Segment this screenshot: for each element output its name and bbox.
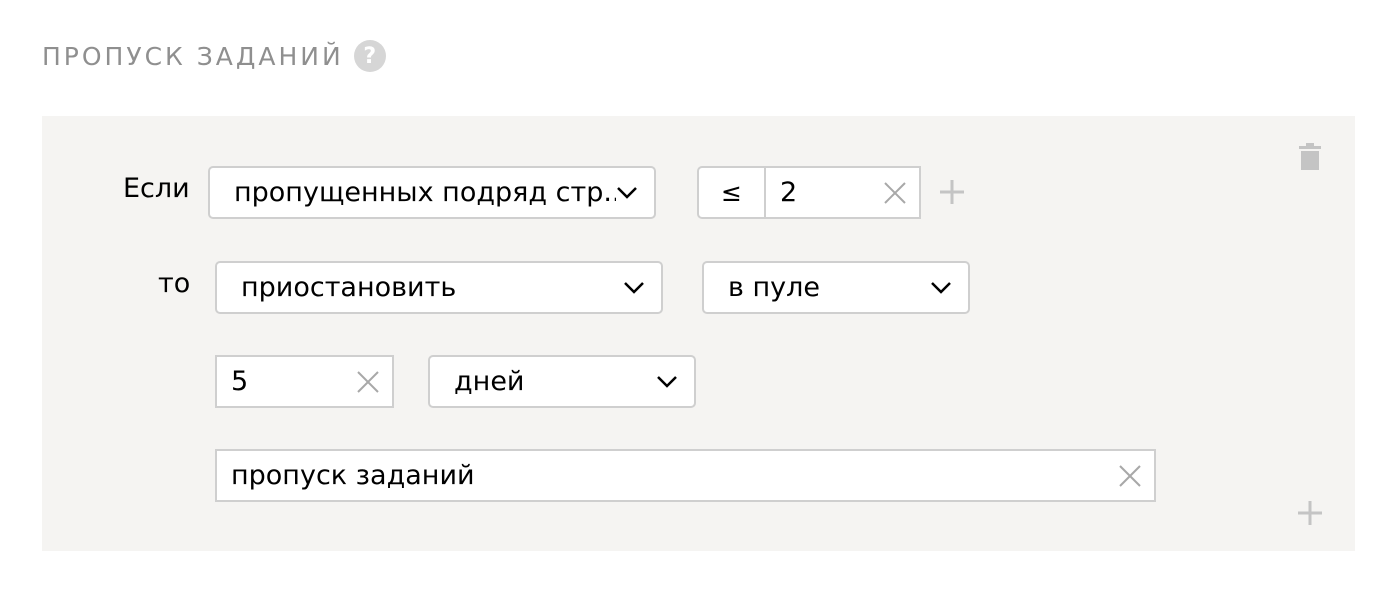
- condition-field-select[interactable]: пропущенных подряд стр...: [208, 166, 656, 219]
- scope-select[interactable]: в пуле: [702, 261, 970, 314]
- clear-icon[interactable]: [1116, 462, 1144, 490]
- rule-panel: Если пропущенных подряд стр... ≤ 2 то пр…: [42, 116, 1355, 551]
- condition-field-value: пропущенных подряд стр...: [234, 177, 616, 208]
- duration-value: 5: [231, 366, 249, 397]
- threshold-group: ≤ 2: [697, 166, 921, 219]
- clear-icon[interactable]: [354, 368, 382, 396]
- threshold-value: 2: [780, 177, 798, 208]
- duration-unit-select[interactable]: дней: [428, 355, 696, 408]
- reason-input[interactable]: пропуск заданий: [215, 449, 1156, 502]
- duration-unit-value: дней: [454, 366, 525, 397]
- help-icon[interactable]: ?: [353, 40, 386, 72]
- trash-icon[interactable]: [1299, 143, 1321, 171]
- scope-value: в пуле: [728, 272, 820, 303]
- operator-select[interactable]: ≤: [699, 168, 766, 217]
- reason-value: пропуск заданий: [231, 460, 475, 491]
- action-value: приостановить: [241, 272, 457, 303]
- section-title: ПРОПУСК ЗАДАНИЙ: [42, 41, 344, 71]
- add-rule-plus-icon[interactable]: [1297, 500, 1323, 526]
- chevron-down-icon: [657, 375, 677, 388]
- section-header: ПРОПУСК ЗАДАНИЙ ?: [42, 40, 386, 72]
- chevron-down-icon: [624, 281, 644, 294]
- clear-icon[interactable]: [881, 179, 909, 207]
- action-select[interactable]: приостановить: [215, 261, 663, 314]
- then-label: то: [158, 268, 191, 299]
- chevron-down-icon: [617, 186, 637, 199]
- if-label: Если: [123, 173, 190, 204]
- duration-input[interactable]: 5: [215, 355, 394, 408]
- chevron-down-icon: [931, 281, 951, 294]
- add-condition-plus-icon[interactable]: [939, 179, 965, 205]
- threshold-input[interactable]: 2: [766, 168, 919, 217]
